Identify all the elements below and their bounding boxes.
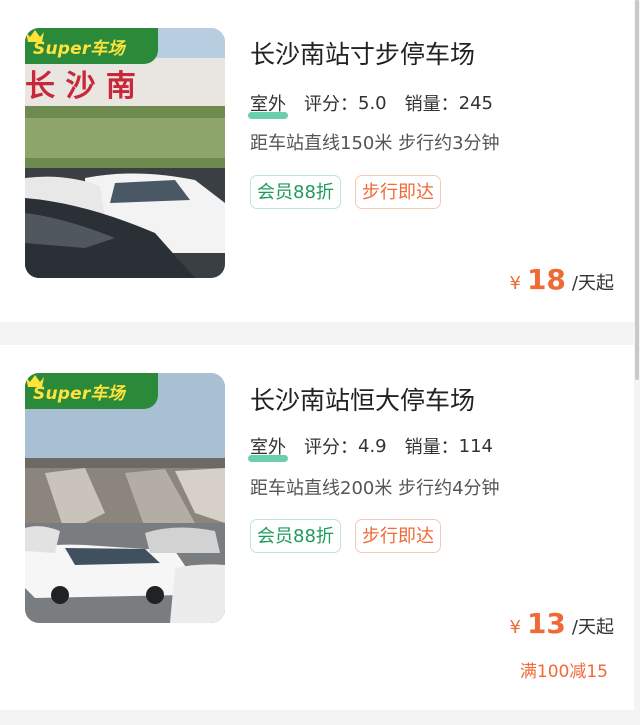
parking-card[interactable]: 长 沙 南 Super车场 长沙南站寸步停车场 室外 评分： 5.0 销量： 2… (0, 0, 634, 322)
photo-sign-text: 长 沙 南 (25, 69, 136, 104)
parking-title[interactable]: 长沙南站寸步停车场 (250, 35, 475, 71)
badge-label: Super车场 (33, 38, 125, 59)
walk-tag: 步行即达 (355, 519, 441, 553)
parking-meta: 室外 评分： 4.9 销量： 114 (248, 433, 493, 462)
badge-label: Super车场 (33, 383, 125, 404)
super-badge: Super车场 (25, 28, 158, 64)
currency-symbol: ¥ (509, 617, 521, 638)
rating-label: 评分： (304, 437, 358, 458)
type-tag: 室外 (248, 433, 288, 462)
price-unit: /天起 (571, 273, 614, 294)
member-discount-tag: 会员88折 (250, 175, 341, 209)
crown-icon (26, 375, 44, 387)
parking-photo[interactable]: 长 沙 南 Super车场 (25, 28, 225, 278)
super-badge: Super车场 (25, 373, 158, 409)
price: ¥ 18 /天起 (510, 263, 615, 296)
sales-value: 114 (458, 435, 493, 457)
sales-label: 销量： (404, 94, 459, 115)
scrollbar[interactable] (635, 0, 639, 380)
distance-info: 距车站直线150米 步行约3分钟 (250, 133, 500, 154)
price-value: 18 (526, 263, 566, 296)
price-unit: /天起 (571, 617, 614, 638)
price-value: 13 (526, 607, 566, 640)
walk-tag: 步行即达 (355, 175, 441, 209)
parking-title[interactable]: 长沙南站恒大停车场 (250, 381, 475, 417)
price: ¥ 13 /天起 (510, 607, 615, 640)
distance-info: 距车站直线200米 步行约4分钟 (250, 478, 500, 499)
rating-value: 5.0 (358, 92, 387, 114)
member-discount-tag: 会员88折 (250, 519, 341, 553)
promo-text: 满100减15 (519, 662, 608, 682)
type-tag: 室外 (248, 90, 288, 119)
parking-card[interactable]: Super车场 长沙南站恒大停车场 室外 评分： 4.9 销量： 114 距车站… (0, 345, 634, 710)
parking-photo[interactable]: Super车场 (25, 373, 225, 623)
crown-icon (26, 30, 44, 42)
rating-label: 评分： (304, 94, 358, 115)
rating-value: 4.9 (358, 435, 387, 457)
sales-label: 销量： (404, 437, 459, 458)
sales-value: 245 (458, 92, 493, 114)
parking-meta: 室外 评分： 5.0 销量： 245 (248, 90, 493, 119)
currency-symbol: ¥ (509, 273, 521, 294)
